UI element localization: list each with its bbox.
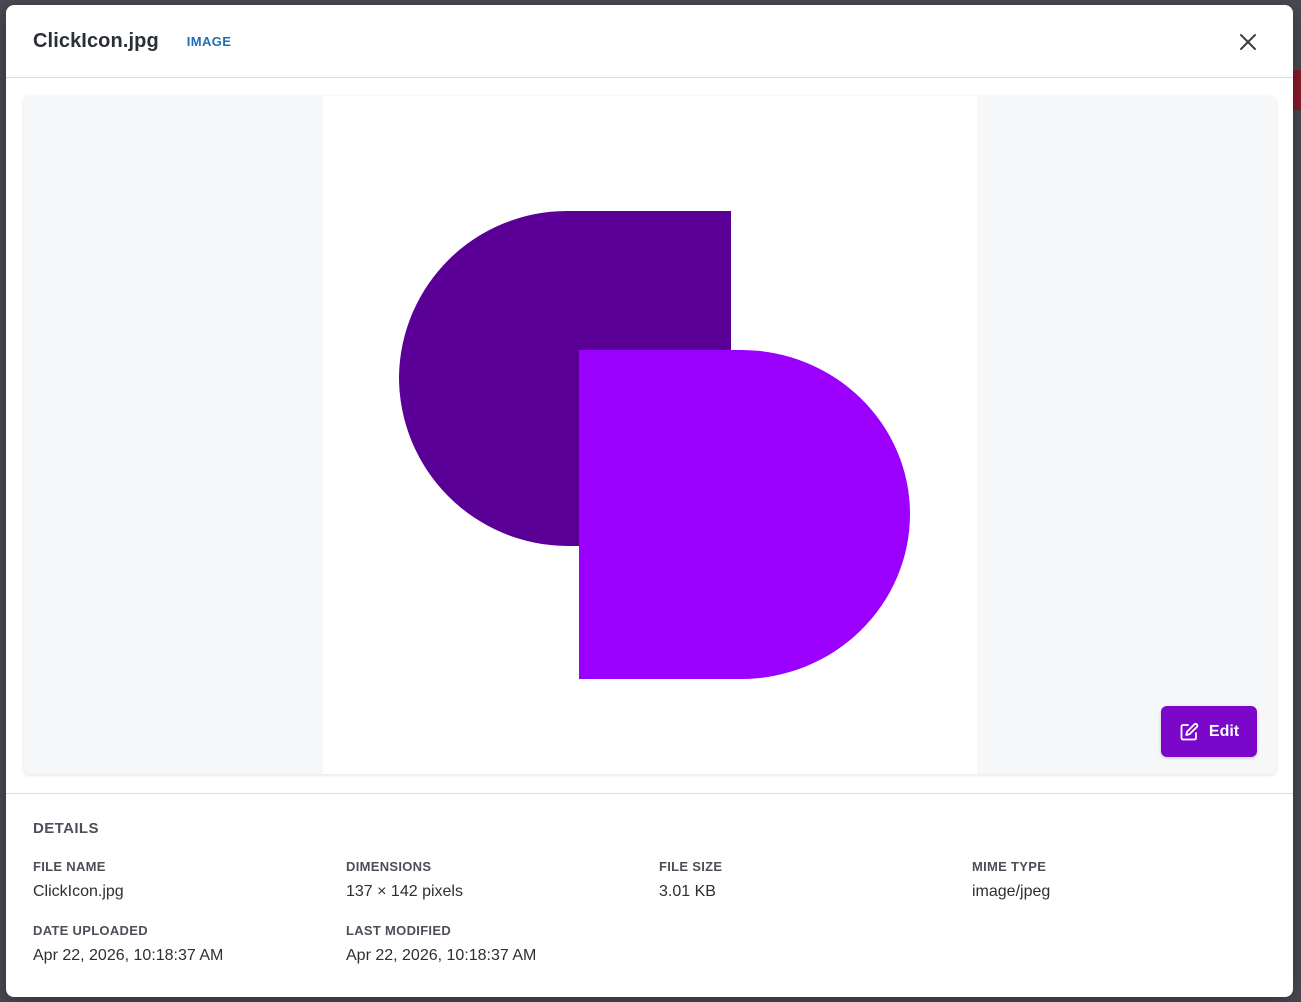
- detail-label: LAST MODIFIED: [346, 923, 452, 938]
- detail-value: 137 × 142 pixels: [346, 883, 463, 900]
- detail-file-size: FILE SIZE 3.01 KB: [659, 859, 972, 901]
- logo-light-shape: [579, 350, 910, 679]
- detail-value: ClickIcon.jpg: [33, 883, 124, 900]
- detail-label: FILE NAME: [33, 859, 106, 874]
- detail-value: image/jpeg: [972, 883, 1051, 900]
- image-preview: [323, 96, 977, 774]
- close-button[interactable]: [1237, 31, 1259, 53]
- preview-area: Edit: [6, 78, 1293, 794]
- preview-card: Edit: [24, 96, 1276, 774]
- detail-value: Apr 22, 2026, 10:18:37 AM: [346, 947, 537, 964]
- details-heading: DETAILS: [33, 820, 99, 837]
- edit-button-label: Edit: [1208, 722, 1240, 740]
- modal-title: ClickIcon.jpg: [33, 29, 159, 52]
- click-logo-image: [398, 210, 910, 679]
- detail-date-uploaded: DATE UPLOADED Apr 22, 2026, 10:18:37 AM: [33, 923, 346, 965]
- detail-label: DIMENSIONS: [346, 859, 432, 874]
- detail-label: MIME TYPE: [972, 859, 1047, 874]
- detail-label: DATE UPLOADED: [33, 923, 148, 938]
- media-details-modal: ClickIcon.jpg IMAGE Edit DETAILS FILE NA…: [6, 5, 1293, 997]
- detail-last-modified: LAST MODIFIED Apr 22, 2026, 10:18:37 AM: [346, 923, 659, 965]
- detail-dimensions: DIMENSIONS 137 × 142 pixels: [346, 859, 659, 901]
- detail-value: 3.01 KB: [659, 883, 716, 900]
- detail-value: Apr 22, 2026, 10:18:37 AM: [33, 947, 224, 964]
- detail-file-name: FILE NAME ClickIcon.jpg: [33, 859, 346, 901]
- detail-label: FILE SIZE: [659, 859, 723, 874]
- close-icon: [1240, 34, 1256, 50]
- edit-icon: [1180, 722, 1199, 740]
- modal-header: ClickIcon.jpg IMAGE: [6, 5, 1293, 78]
- details-grid: FILE NAME ClickIcon.jpg DIMENSIONS 137 ×…: [33, 859, 1266, 965]
- edit-button[interactable]: Edit: [1161, 706, 1257, 757]
- detail-mime-type: MIME TYPE image/jpeg: [972, 859, 1285, 901]
- file-type-badge: IMAGE: [186, 33, 232, 49]
- details-section: DETAILS FILE NAME ClickIcon.jpg DIMENSIO…: [6, 794, 1293, 965]
